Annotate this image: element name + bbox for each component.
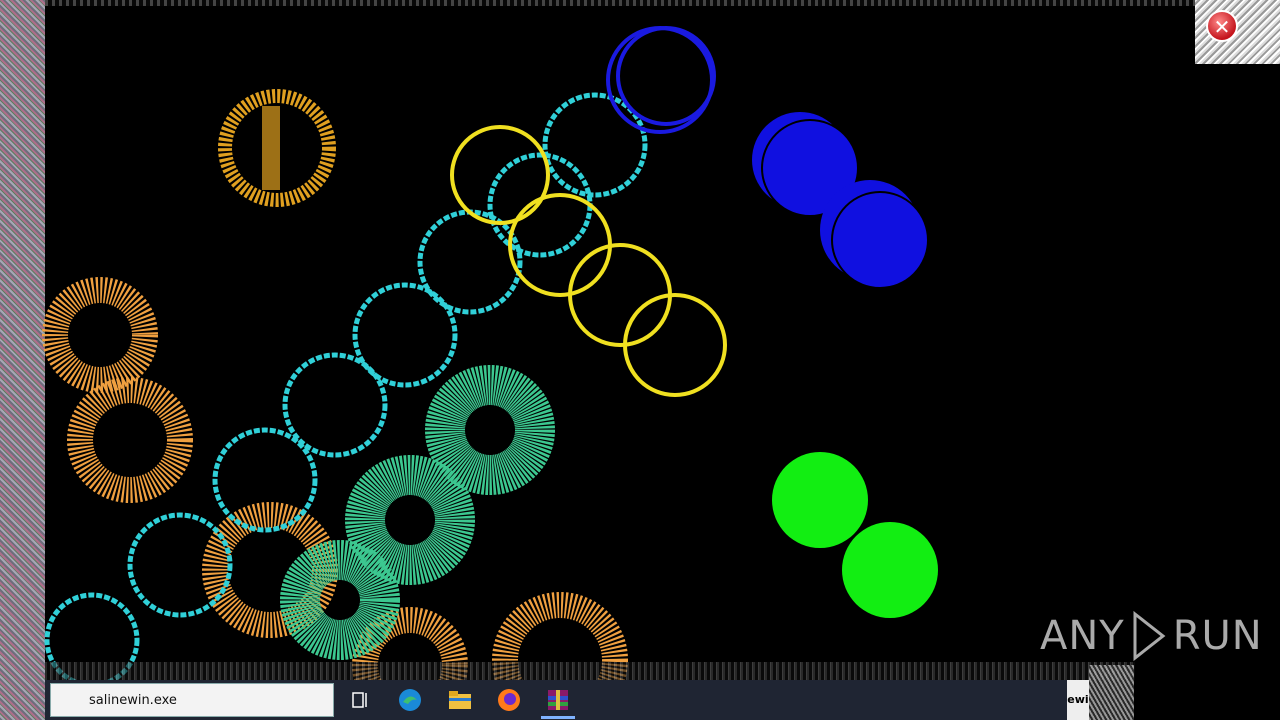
screen-noise-bottom bbox=[45, 662, 1135, 680]
orange-ring bbox=[218, 89, 336, 207]
taskbar-overflow-label: ewi bbox=[1067, 680, 1089, 720]
firefox-icon[interactable] bbox=[495, 686, 523, 714]
search-input-value: salinewin.exe bbox=[89, 693, 177, 708]
anyrun-watermark: ANY RUN bbox=[1040, 610, 1263, 662]
blue-discs bbox=[752, 112, 929, 289]
yellow-ring-chain bbox=[450, 125, 727, 397]
task-view-icon[interactable] bbox=[346, 686, 374, 714]
watermark-right: RUN bbox=[1172, 613, 1263, 659]
file-explorer-icon[interactable] bbox=[446, 686, 474, 714]
blue-ring bbox=[606, 26, 716, 134]
green-discs bbox=[772, 452, 938, 618]
teal-blobs bbox=[280, 365, 555, 660]
screen-noise-right bbox=[1089, 665, 1134, 720]
search-input[interactable]: salinewin.exe bbox=[50, 683, 334, 717]
close-icon[interactable]: ✕ bbox=[1206, 10, 1238, 42]
play-icon bbox=[1133, 610, 1166, 662]
active-app-indicator bbox=[541, 716, 575, 719]
edge-icon[interactable] bbox=[396, 686, 424, 714]
winrar-icon[interactable] bbox=[544, 686, 572, 714]
watermark-left: ANY bbox=[1040, 613, 1125, 659]
